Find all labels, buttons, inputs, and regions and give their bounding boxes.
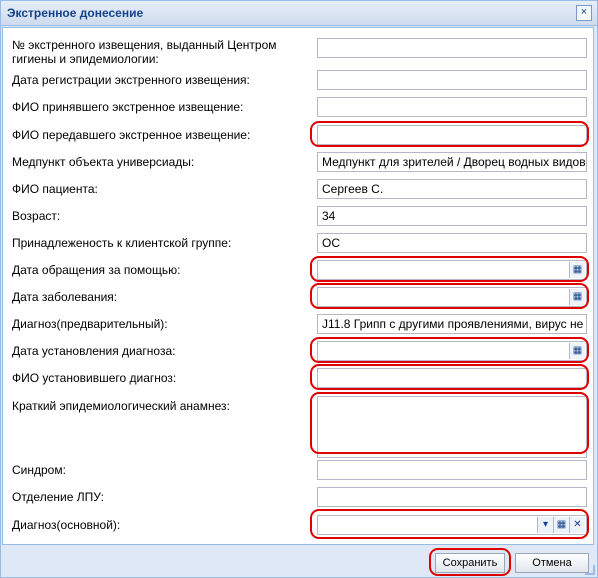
label-notice-number: № экстренного извещения, выданный Центро… — [12, 38, 277, 66]
diagnosing-doctor-field[interactable] — [317, 368, 587, 388]
label-illness-date: Дата заболевания: — [12, 290, 118, 304]
label-preliminary-diagnosis: Диагноз(предварительный): — [12, 317, 168, 331]
preliminary-diagnosis-field[interactable]: J11.8 Грипп с другими проявлениями, виру… — [317, 314, 587, 334]
receiver-name-field[interactable] — [317, 97, 587, 117]
patient-name-field[interactable]: Сергеев С. — [317, 179, 587, 199]
main-diagnosis-combo[interactable]: ▾ ▦ ✕ — [317, 515, 587, 535]
label-patient-name: ФИО пациента: — [12, 182, 98, 196]
label-department: Отделение ЛПУ: — [12, 490, 104, 504]
label-diagnosing-doctor: ФИО установившего диагноз: — [12, 371, 177, 385]
calendar-icon[interactable]: ▦ — [569, 343, 585, 359]
label-registration-date: Дата регистрации экстренного извещения: — [12, 73, 250, 87]
client-group-field[interactable]: ОС — [317, 233, 587, 253]
chevron-down-icon[interactable]: ▾ — [537, 517, 553, 533]
dialog-footer: Сохранить Отмена — [1, 545, 597, 577]
dialog-window: Экстренное донесение × № экстренного изв… — [0, 0, 598, 578]
calendar-icon[interactable]: ▦ — [569, 262, 585, 278]
form-body: № экстренного извещения, выданный Центро… — [2, 27, 594, 545]
label-request-date: Дата обращения за помощью: — [12, 263, 181, 277]
label-age: Возраст: — [12, 209, 61, 223]
label-syndrome: Синдром: — [12, 463, 66, 477]
label-diagnosis-date: Дата установления диагноза: — [12, 344, 176, 358]
save-button[interactable]: Сохранить — [435, 553, 505, 573]
department-field[interactable] — [317, 487, 587, 507]
medpoint-field[interactable]: Медпункт для зрителей / Дворец водных ви… — [317, 152, 587, 172]
clear-icon[interactable]: ✕ — [569, 517, 585, 533]
calendar-icon[interactable]: ▦ — [553, 517, 569, 533]
dialog-title: Экстренное донесение — [7, 6, 144, 20]
label-main-diagnosis: Диагноз(основной): — [12, 518, 121, 532]
calendar-icon[interactable]: ▦ — [569, 289, 585, 305]
syndrome-field[interactable] — [317, 460, 587, 480]
label-sender-name: ФИО передавшего экстренное извещение: — [12, 128, 251, 142]
close-icon[interactable]: × — [576, 5, 592, 21]
label-anamnesis: Краткий эпидемиологический анамнез: — [12, 399, 230, 413]
cancel-button[interactable]: Отмена — [515, 553, 589, 573]
dialog-titlebar[interactable]: Экстренное донесение × — [1, 1, 597, 26]
illness-date-field[interactable]: ▦ — [317, 287, 587, 307]
registration-date-field[interactable] — [317, 70, 587, 90]
request-date-field[interactable]: ▦ — [317, 260, 587, 280]
notice-number-field[interactable] — [317, 38, 587, 58]
label-receiver-name: ФИО принявшего экстренное извещение: — [12, 100, 244, 114]
age-field[interactable]: 34 — [317, 206, 587, 226]
label-medpoint: Медпункт объекта универсиады: — [12, 155, 195, 169]
sender-name-field[interactable] — [317, 125, 587, 145]
diagnosis-date-field[interactable]: ▦ — [317, 341, 587, 361]
resize-handle[interactable] — [585, 565, 595, 575]
anamnesis-textarea[interactable] — [317, 396, 587, 458]
label-client-group: Принадлеженость к клиентской группе: — [12, 236, 232, 250]
